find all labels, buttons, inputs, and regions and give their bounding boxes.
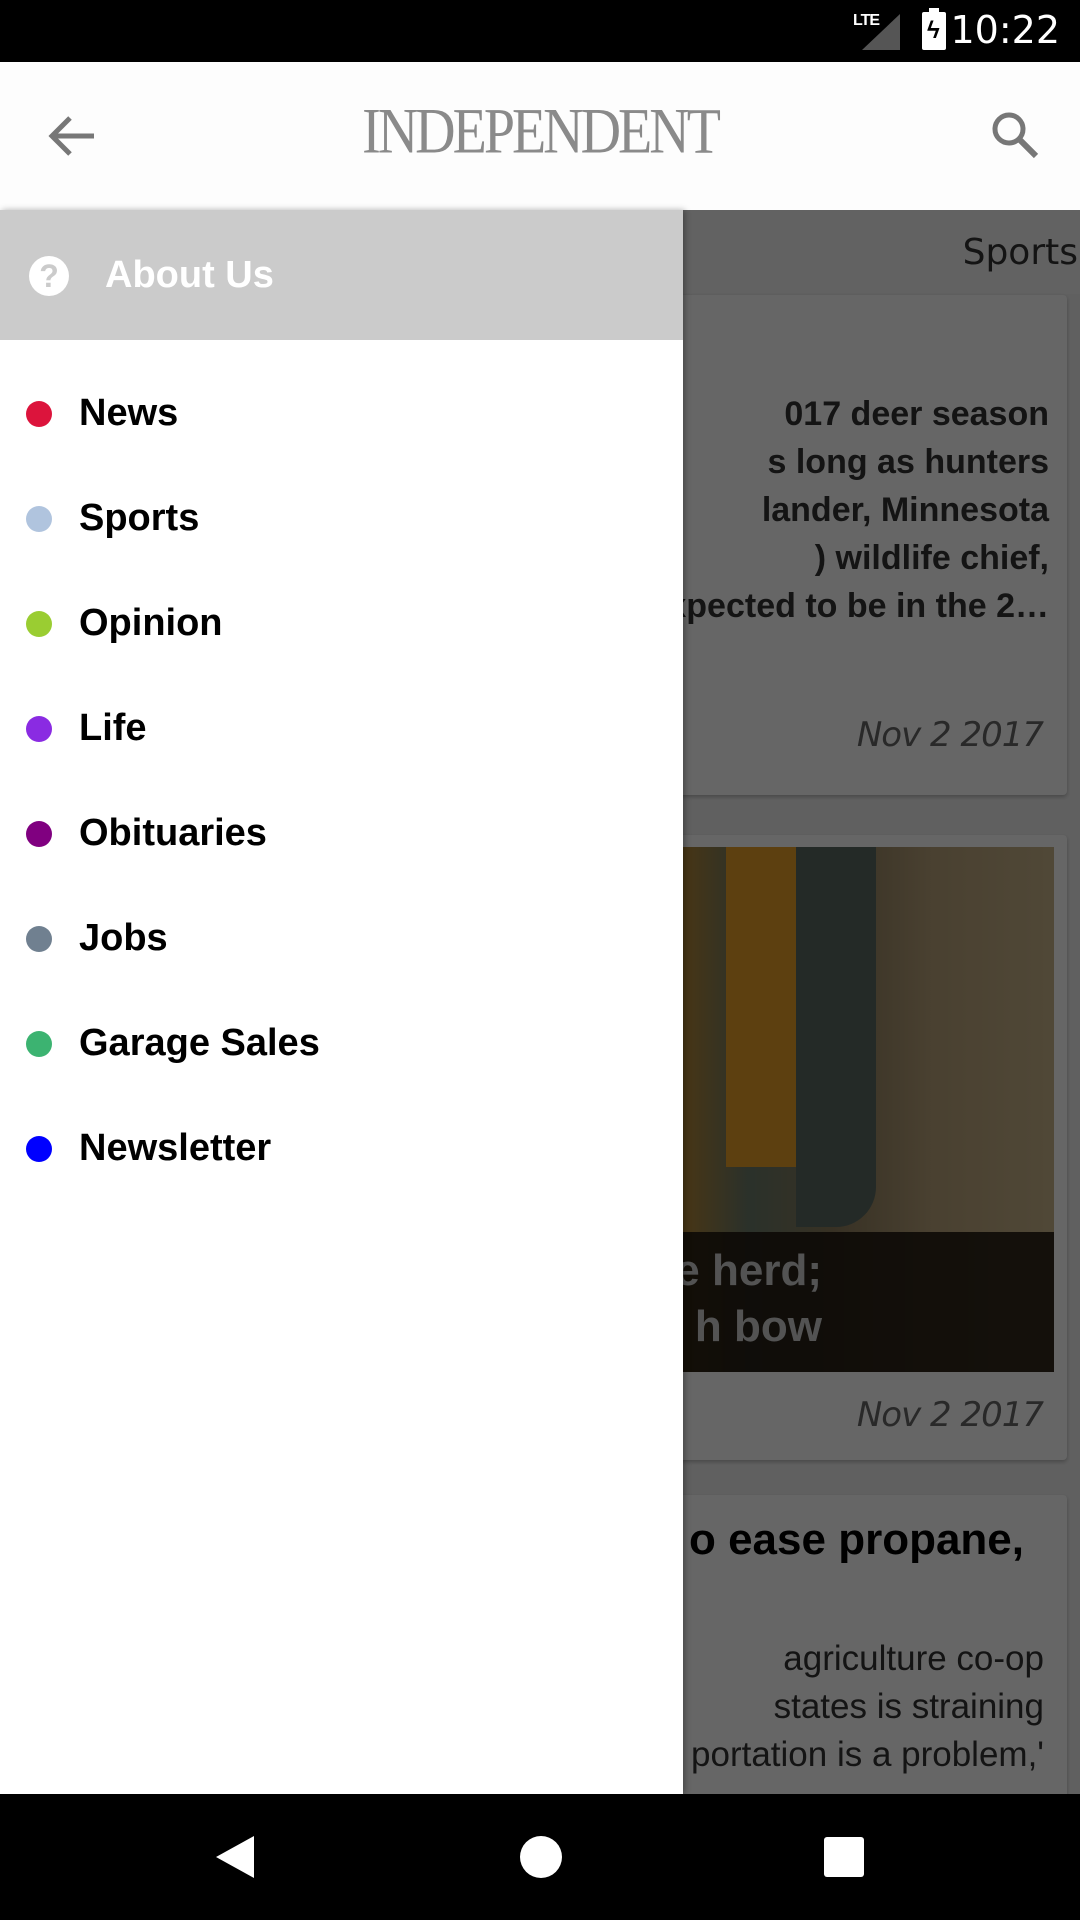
status-bar: LTE ϟ 10:22 [0,0,1080,62]
menu-item-label: Garage Sales [79,1022,320,1064]
color-dot-icon [26,611,52,637]
search-icon [992,112,1039,159]
menu-item-label: Newsletter [79,1127,272,1169]
drawer-item-obituaries[interactable]: Obituaries [0,800,683,905]
section-menu: News Sports Opinion Life Obituaries Jobs… [0,380,683,1220]
drawer-item-sports[interactable]: Sports [0,485,683,590]
menu-item-label: Opinion [79,602,223,644]
color-dot-icon [26,926,52,952]
nav-back-icon[interactable] [216,1836,254,1878]
clock: 10:22 [950,8,1060,52]
search-button[interactable] [988,108,1042,162]
color-dot-icon [26,1136,52,1162]
help-circle-icon: ? [29,256,69,296]
color-dot-icon [26,821,52,847]
menu-item-label: Sports [79,497,200,539]
color-dot-icon [26,506,52,532]
navigation-drawer: ? About Us News Sports Opinion Life Obit… [0,210,683,1794]
system-nav-bar [0,1794,1080,1920]
color-dot-icon [26,401,52,427]
color-dot-icon [26,1031,52,1057]
menu-item-label: Life [79,707,147,749]
signal-icon [862,14,900,50]
nav-recents-icon[interactable] [824,1837,864,1877]
drawer-item-jobs[interactable]: Jobs [0,905,683,1010]
color-dot-icon [26,716,52,742]
menu-item-label: News [79,392,179,434]
drawer-item-newsletter[interactable]: Newsletter [0,1115,683,1220]
drawer-item-about-us[interactable]: ? About Us [0,210,683,340]
about-us-label: About Us [105,254,274,296]
menu-item-label: Jobs [79,917,168,959]
battery-charging-icon: ϟ [922,8,946,50]
menu-item-label: Obituaries [79,812,267,854]
nav-home-icon[interactable] [520,1836,562,1878]
app-logo: INDEPENDENT [362,96,721,168]
drawer-item-garage-sales[interactable]: Garage Sales [0,1010,683,1115]
drawer-item-opinion[interactable]: Opinion [0,590,683,695]
drawer-item-news[interactable]: News [0,380,683,485]
drawer-item-life[interactable]: Life [0,695,683,800]
app-toolbar: INDEPENDENT [0,62,1080,210]
